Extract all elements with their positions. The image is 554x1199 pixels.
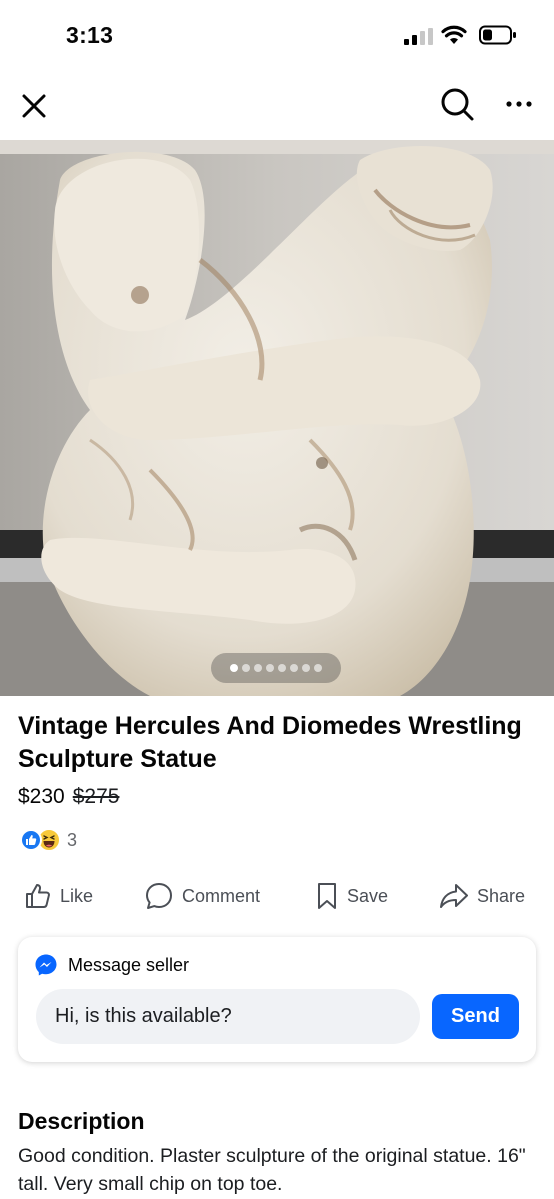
- action-bar: Like Comment Save Share: [0, 874, 554, 918]
- pager-dot[interactable]: [302, 664, 310, 672]
- reaction-count: 3: [67, 829, 78, 850]
- comment-icon: [146, 883, 172, 909]
- like-reaction-icon: [20, 829, 42, 851]
- pager-dot[interactable]: [266, 664, 274, 672]
- save-button[interactable]: Save: [315, 874, 388, 918]
- battery-icon: [479, 25, 516, 45]
- message-seller-header: Message seller: [34, 953, 189, 977]
- pager-dot[interactable]: [230, 664, 238, 672]
- description-heading: Description: [18, 1108, 145, 1134]
- like-button[interactable]: Like: [24, 874, 93, 918]
- bookmark-icon: [318, 883, 336, 909]
- message-seller-label: Message seller: [68, 954, 190, 975]
- search-icon[interactable]: [437, 84, 477, 124]
- more-icon[interactable]: [502, 94, 536, 114]
- cellular-signal-icon: [404, 28, 433, 45]
- message-input[interactable]: Hi, is this available?: [36, 989, 420, 1044]
- sculpture-illustration: [0, 140, 554, 696]
- wifi-icon: [441, 25, 467, 44]
- pager-dot[interactable]: [314, 664, 322, 672]
- pager-dot[interactable]: [254, 664, 262, 672]
- listing-title: Vintage Hercules And Diomedes Wrestling …: [18, 712, 522, 773]
- like-label: Like: [60, 885, 94, 906]
- close-icon[interactable]: [16, 88, 52, 124]
- share-label: Share: [477, 885, 526, 906]
- photo-pager[interactable]: [211, 653, 341, 683]
- status-bar: 3:13: [0, 0, 554, 70]
- current-price: $230: [18, 785, 65, 808]
- messenger-icon: [35, 954, 57, 976]
- pager-dot[interactable]: [290, 664, 298, 672]
- send-button[interactable]: Send: [432, 994, 519, 1039]
- price-row: $230 $275: [18, 785, 119, 809]
- reactions-summary[interactable]: 3: [20, 826, 77, 854]
- pager-dot[interactable]: [278, 664, 286, 672]
- listing-photo[interactable]: [0, 140, 554, 696]
- original-price: $275: [72, 785, 120, 808]
- pager-dot[interactable]: [242, 664, 250, 672]
- status-time: 3:13: [66, 22, 114, 48]
- share-button[interactable]: Share: [439, 874, 525, 918]
- share-icon: [440, 884, 468, 908]
- description-text: Good condition. Plaster sculpture of the…: [18, 1145, 526, 1195]
- top-nav: [0, 70, 554, 140]
- save-label: Save: [347, 885, 389, 906]
- thumbs-up-icon: [26, 884, 50, 908]
- comment-button[interactable]: Comment: [144, 874, 260, 918]
- message-seller-card: Message seller Hi, is this available? Se…: [18, 937, 536, 1062]
- comment-label: Comment: [182, 885, 261, 906]
